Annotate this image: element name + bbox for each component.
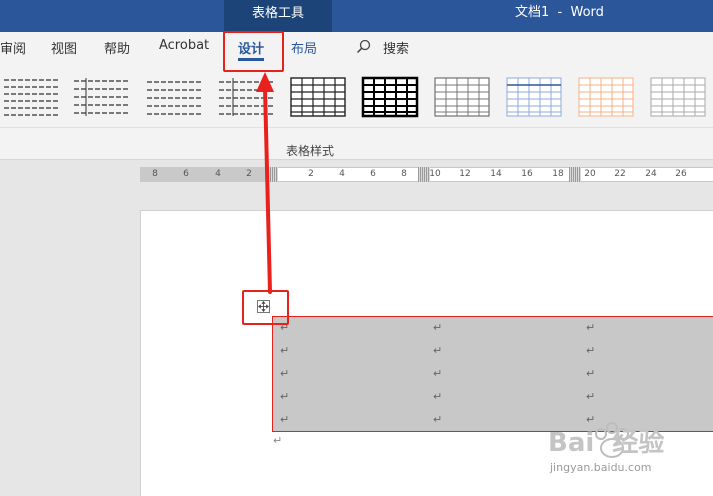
- table-style-plain-4[interactable]: [217, 76, 275, 118]
- annotation-box-design-tab: [223, 31, 284, 72]
- tab-view[interactable]: 视图: [51, 38, 77, 57]
- context-tab-table-tools: 表格工具: [224, 0, 332, 32]
- table-style-grid-orange[interactable]: [577, 76, 635, 118]
- ruler-number: 2: [308, 169, 314, 179]
- table-style-grid-gray[interactable]: [649, 76, 707, 118]
- annotation-box-move-handle: [242, 290, 289, 325]
- tab-layout[interactable]: 布局: [291, 38, 317, 57]
- search-icon[interactable]: [356, 39, 372, 55]
- tab-review[interactable]: 审阅: [0, 38, 26, 57]
- document-title: 文档1 - Word: [515, 5, 604, 20]
- ruler-number: 18: [552, 169, 564, 179]
- title-bar: [0, 0, 713, 32]
- ruler-number: 24: [645, 169, 657, 179]
- ruler-number: 4: [215, 169, 221, 179]
- ruler-number: 12: [459, 169, 471, 179]
- watermark-brand: Bai 经验: [548, 428, 665, 458]
- paragraph-mark: ↵: [273, 434, 283, 447]
- ruler-number: 10: [429, 169, 441, 179]
- table-style-grid-2[interactable]: [361, 76, 419, 118]
- tab-acrobat[interactable]: Acrobat: [159, 38, 209, 53]
- ruler-number: 22: [614, 169, 626, 179]
- ruler-number: 8: [152, 169, 158, 179]
- gallery-divider: [0, 127, 713, 128]
- table-style-grid-1[interactable]: [289, 76, 347, 118]
- table-style-grid-blue[interactable]: [505, 76, 563, 118]
- ruler-number: 14: [490, 169, 502, 179]
- table-style-plain-1[interactable]: [2, 76, 60, 118]
- table-style-plain-3[interactable]: [145, 76, 203, 118]
- ruler-number: 2: [246, 169, 252, 179]
- ruler-column-marker-left[interactable]: [266, 167, 278, 182]
- table-highlight-outline: [272, 316, 713, 432]
- table-style-grid-3[interactable]: [433, 76, 491, 118]
- tab-help[interactable]: 帮助: [104, 38, 130, 57]
- ruler-number: 8: [401, 169, 407, 179]
- ruler-number: 20: [584, 169, 596, 179]
- watermark-url: jingyan.baidu.com: [550, 461, 652, 474]
- ruler-number: 16: [521, 169, 533, 179]
- ruler-number: 6: [183, 169, 189, 179]
- table-style-plain-2[interactable]: [72, 76, 130, 118]
- ruler-number: 6: [370, 169, 376, 179]
- tab-search[interactable]: 搜索: [383, 38, 409, 57]
- group-label-table-styles: 表格样式: [286, 144, 335, 158]
- ruler-number: 26: [675, 169, 687, 179]
- ruler-number: 4: [339, 169, 345, 179]
